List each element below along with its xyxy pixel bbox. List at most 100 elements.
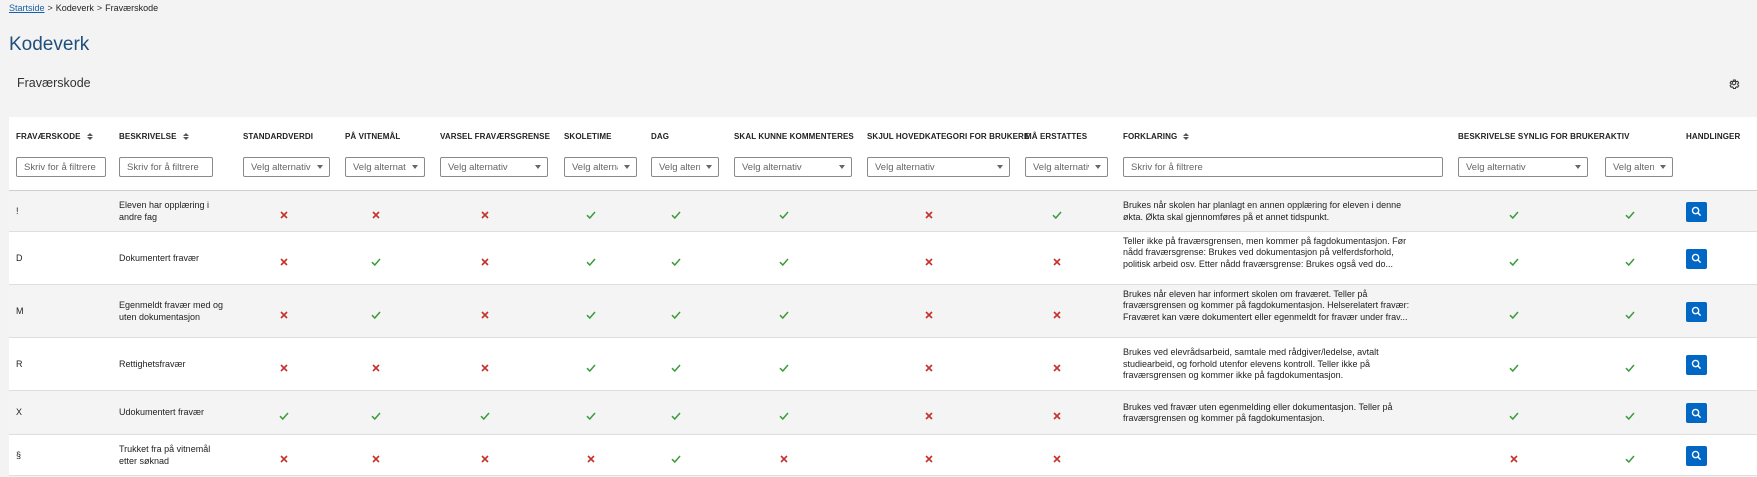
check-icon <box>371 408 381 421</box>
check-icon <box>1625 307 1635 319</box>
check-icon <box>1052 207 1062 219</box>
check-icon <box>586 408 596 421</box>
breadcrumb-separator-icon: > <box>47 3 53 13</box>
cross-icon <box>1052 360 1062 372</box>
check-icon <box>671 207 681 219</box>
column-header-kommentere: SKAL KUNNE KOMMENTERES <box>734 132 854 141</box>
filter-dag-select[interactable]: Velg alternativ <box>651 157 719 177</box>
cross-icon <box>1052 408 1062 420</box>
cross-icon <box>279 451 289 463</box>
chevron-down-icon <box>624 165 630 169</box>
table-row: R Rettighetsfravær Brukes ved elevrådsarbe… <box>9 338 1757 391</box>
check-icon <box>1625 451 1635 463</box>
column-header-skjul: SKJUL HOVEDKATEGORI FOR BRUKERE <box>867 132 1030 141</box>
sort-icon[interactable] <box>1183 133 1190 140</box>
column-header-dag: DAG <box>651 132 670 141</box>
filter-standardverdi-select[interactable]: Velg alternativ <box>243 157 330 177</box>
check-icon <box>671 254 681 266</box>
check-icon <box>671 408 681 421</box>
cross-icon <box>279 254 289 266</box>
filter-vitnemal-select[interactable]: Velg alternativ <box>345 157 425 177</box>
filter-erstattes-select[interactable]: Velg alternativ <box>1025 157 1108 177</box>
sort-icon[interactable] <box>86 133 93 140</box>
chevron-down-icon <box>1095 165 1101 169</box>
filter-kommentere-select[interactable]: Velg alternativ <box>734 157 852 177</box>
search-button[interactable] <box>1686 201 1707 222</box>
check-icon <box>1509 408 1519 421</box>
table-row: X Udokumentert fravær Brukes ved fravær ut… <box>9 391 1757 435</box>
filter-beskrivelse-input[interactable] <box>119 157 213 177</box>
breadcrumb-home-link[interactable]: Startside <box>9 3 45 13</box>
column-header-beskrivelse[interactable]: BESKRIVELSE <box>119 132 189 141</box>
cross-icon <box>1509 451 1519 463</box>
filter-varsel-select[interactable]: Velg alternativ <box>440 157 548 177</box>
check-icon <box>279 408 289 421</box>
gear-icon[interactable] <box>1728 77 1740 89</box>
table-row: ! Eleven har opplæring i andre fag Brukes … <box>9 191 1757 232</box>
cell-beskrivelse: Udokumentert fravær <box>119 407 205 418</box>
cross-icon <box>480 207 490 219</box>
cross-icon <box>279 307 289 319</box>
search-icon <box>1691 206 1702 217</box>
table-row: M Egenmeldt fravær med og uten dokumentas… <box>9 285 1757 338</box>
cross-icon <box>371 360 381 372</box>
cell-forklaring: Brukes ved elevrådsarbeid, samtale med r… <box>1123 347 1379 381</box>
search-button[interactable] <box>1686 445 1707 466</box>
filter-forklaring-input[interactable] <box>1123 157 1443 177</box>
cross-icon <box>480 307 490 319</box>
search-icon <box>1691 450 1702 461</box>
search-button[interactable] <box>1686 354 1707 375</box>
search-button[interactable] <box>1686 403 1707 423</box>
breadcrumb-current: Fraværskode <box>105 3 159 13</box>
cell-beskrivelse: Egenmeldt fravær med og uten dokumentasj… <box>119 300 224 322</box>
check-icon <box>671 451 681 463</box>
cell-kode: § <box>16 449 22 460</box>
check-icon <box>1509 207 1519 219</box>
check-icon <box>1509 307 1519 319</box>
check-icon <box>779 254 789 266</box>
check-icon <box>779 360 789 372</box>
filter-synlig-select[interactable]: Velg alternativ <box>1458 157 1588 177</box>
cross-icon <box>279 360 289 372</box>
chevron-down-icon <box>412 165 418 169</box>
cross-icon <box>480 451 490 463</box>
cross-icon <box>1052 307 1062 319</box>
check-icon <box>1509 360 1519 372</box>
fravaerskode-table: FRAVÆRSKODE BESKRIVELSE STANDARDVERDI PÅ… <box>9 117 1757 476</box>
cross-icon <box>779 451 789 463</box>
cell-beskrivelse: Dokumentert fravær <box>119 252 200 263</box>
cross-icon <box>480 360 490 372</box>
column-header-aktiv: AKTIV <box>1605 132 1630 141</box>
sort-icon[interactable] <box>182 133 189 140</box>
table-row: D Dokumentert fravær Teller ikke på fravær… <box>9 232 1757 285</box>
column-header-synlig: BESKRIVELSE SYNLIG FOR BRUKER <box>1458 132 1605 141</box>
breadcrumb: Startside > Kodeverk > Fraværskode <box>9 3 158 13</box>
cross-icon <box>924 360 934 372</box>
cross-icon <box>924 307 934 319</box>
check-icon <box>1625 360 1635 372</box>
chevron-down-icon <box>1575 165 1581 169</box>
breadcrumb-separator-icon: > <box>96 3 103 13</box>
breadcrumb-level2[interactable]: Kodeverk <box>56 3 94 13</box>
search-button[interactable] <box>1686 301 1707 322</box>
cell-kode: D <box>16 252 23 263</box>
column-header-forklaring[interactable]: FORKLARING <box>1123 132 1190 141</box>
chevron-down-icon <box>997 165 1003 169</box>
filter-kode-input[interactable] <box>16 157 106 177</box>
chevron-down-icon <box>839 165 845 169</box>
check-icon <box>671 360 681 372</box>
filter-skoletime-select[interactable]: Velg alternativ <box>564 157 637 177</box>
filter-aktiv-select[interactable]: Velg alternativ <box>1605 157 1673 177</box>
cell-forklaring: Teller ikke på fraværsgrensen, men komme… <box>1123 235 1407 269</box>
search-button[interactable] <box>1686 248 1707 269</box>
filter-skjul-select[interactable]: Velg alternativ <box>867 157 1010 177</box>
search-icon <box>1691 359 1702 370</box>
check-icon <box>1625 408 1635 421</box>
chevron-down-icon <box>535 165 541 169</box>
cross-icon <box>924 207 934 219</box>
column-header-kode[interactable]: FRAVÆRSKODE <box>16 132 93 141</box>
check-icon <box>1509 254 1519 266</box>
cross-icon <box>1052 451 1062 463</box>
column-header-handlinger: HANDLINGER <box>1686 132 1741 141</box>
column-header-vitnemal: PÅ VITNEMÅL <box>345 132 401 141</box>
